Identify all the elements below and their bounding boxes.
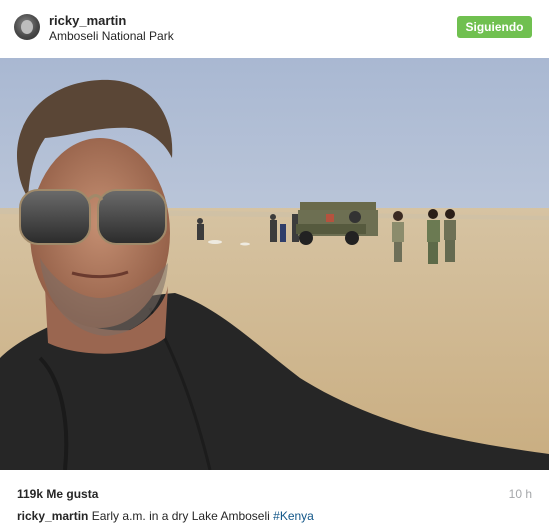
likes-count[interactable]: 119k Me gusta [17,487,98,501]
post-photo[interactable] [0,58,549,470]
post-footer: 119k Me gusta 10 h ricky_martin Early a.… [0,470,549,528]
follow-button[interactable]: Siguiendo [457,16,532,38]
post-caption: ricky_martin Early a.m. in a dry Lake Am… [17,509,314,523]
caption-text: Early a.m. in a dry Lake Amboseli [91,509,270,523]
caption-username[interactable]: ricky_martin [17,509,88,523]
post-location[interactable]: Amboseli National Park [49,29,174,43]
post-time: 10 h [508,487,532,501]
post-header: ricky_martin Amboseli National Park Sigu… [0,0,549,57]
hashtag-link[interactable]: #Kenya [273,509,314,523]
post-username[interactable]: ricky_martin [49,13,126,28]
post-card: ricky_martin Amboseli National Park Sigu… [0,0,549,528]
avatar[interactable] [14,14,40,40]
